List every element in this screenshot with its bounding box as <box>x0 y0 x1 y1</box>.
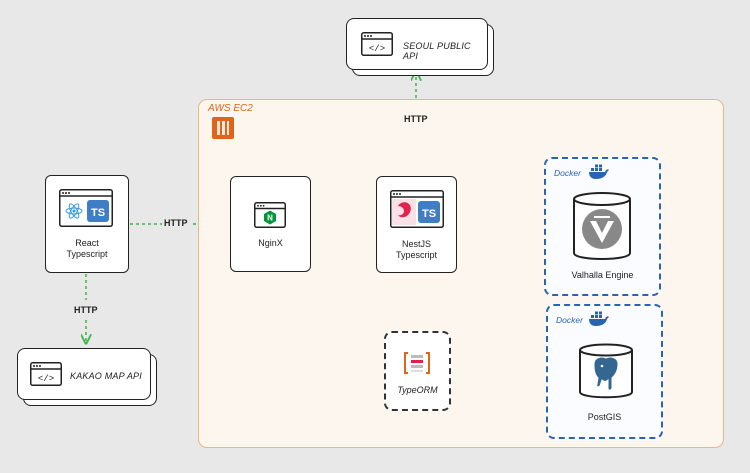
ts-icon: TS <box>422 208 436 220</box>
react-window-icon: TS <box>59 189 113 227</box>
svg-text:</>: </> <box>369 44 385 54</box>
nginx-window-icon: N <box>254 202 286 228</box>
postgresql-icon <box>578 342 634 400</box>
docker-container-postgis: Docker PostGIS <box>546 304 663 439</box>
http-label-nest-seoul: HTTP <box>404 114 428 124</box>
kakao-api-card: </> KAKAO MAP API <box>17 348 151 400</box>
nestjs-label-line2: Typescript <box>395 250 437 260</box>
nestjs-node: TS NestJS Typescript <box>376 176 457 273</box>
docker-label: Docker <box>556 315 583 325</box>
aws-ec2-icon <box>211 116 235 140</box>
aws-ec2-label: AWS EC2 <box>208 103 253 114</box>
typeorm-label: TypeORM <box>397 385 438 395</box>
database-icon <box>572 191 632 263</box>
docker-icon <box>588 164 610 180</box>
svg-text:</>: </> <box>38 374 54 384</box>
react-node: TS React Typescript <box>45 175 129 273</box>
typeorm-icon <box>403 351 431 375</box>
seoul-api-card: </> SEOUL PUBLIC API <box>346 18 488 70</box>
http-label-react-kakao: HTTP <box>74 305 98 315</box>
kakao-api-label: KAKAO MAP API <box>70 371 142 381</box>
valhalla-label: Valhalla Engine <box>571 270 634 280</box>
react-label-line2: Typescript <box>66 249 108 259</box>
http-label-react-nginx: HTTP <box>164 218 188 228</box>
nginx-node: N NginX <box>230 176 311 272</box>
nestjs-window-icon: TS <box>390 190 444 228</box>
postgis-label: PostGIS <box>587 412 622 422</box>
docker-container-valhalla: Docker Valhalla Engine <box>544 157 661 296</box>
code-window-icon: </> <box>361 32 393 56</box>
typeorm-node: TypeORM <box>384 331 451 411</box>
code-window-icon: </> <box>30 362 62 386</box>
ts-icon: TS <box>91 207 105 219</box>
nestjs-label-line1: NestJS <box>401 239 431 249</box>
docker-label: Docker <box>554 168 581 178</box>
svg-text:N: N <box>267 214 273 223</box>
nginx-label: NginX <box>258 238 283 248</box>
seoul-api-label: SEOUL PUBLIC API <box>403 41 471 61</box>
docker-icon <box>588 311 610 327</box>
react-label-line1: React <box>75 238 99 248</box>
